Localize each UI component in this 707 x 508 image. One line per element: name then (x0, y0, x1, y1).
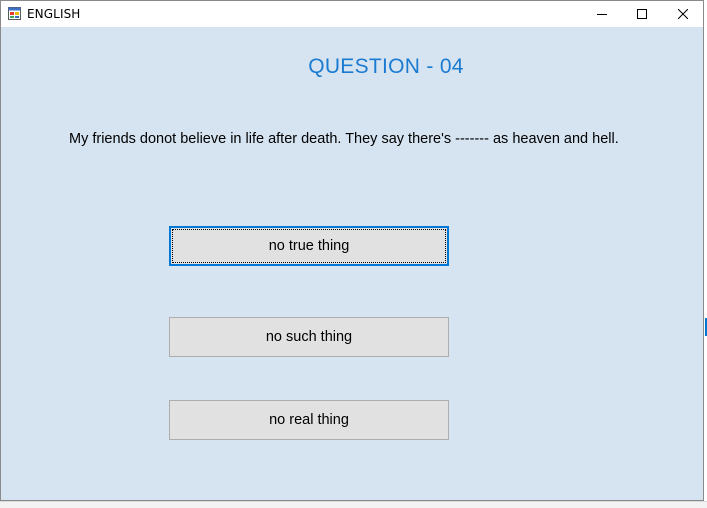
quiz-window: ENGLISH QUESTION - 04 My friends donot b… (0, 0, 704, 501)
maximize-icon (637, 9, 647, 19)
minimize-button[interactable] (582, 1, 622, 27)
maximize-button[interactable] (622, 1, 662, 27)
window-title: ENGLISH (27, 7, 81, 21)
close-icon (678, 9, 688, 19)
answer-option-label: no real thing (269, 412, 349, 428)
answer-option-3-button[interactable]: no real thing (169, 400, 449, 440)
answer-option-label: no such thing (265, 329, 353, 345)
answer-option-label: no true thing (268, 238, 350, 254)
app-icon (8, 7, 21, 20)
question-text: My friends donot believe in life after d… (69, 131, 619, 147)
question-heading: QUESTION - 04 (308, 55, 464, 78)
title-bar[interactable]: ENGLISH (1, 1, 703, 27)
minimize-icon (597, 14, 607, 15)
answer-option-1-button[interactable]: no true thing (169, 226, 449, 266)
answer-option-2-button[interactable]: no such thing (169, 317, 449, 357)
close-button[interactable] (663, 1, 703, 27)
